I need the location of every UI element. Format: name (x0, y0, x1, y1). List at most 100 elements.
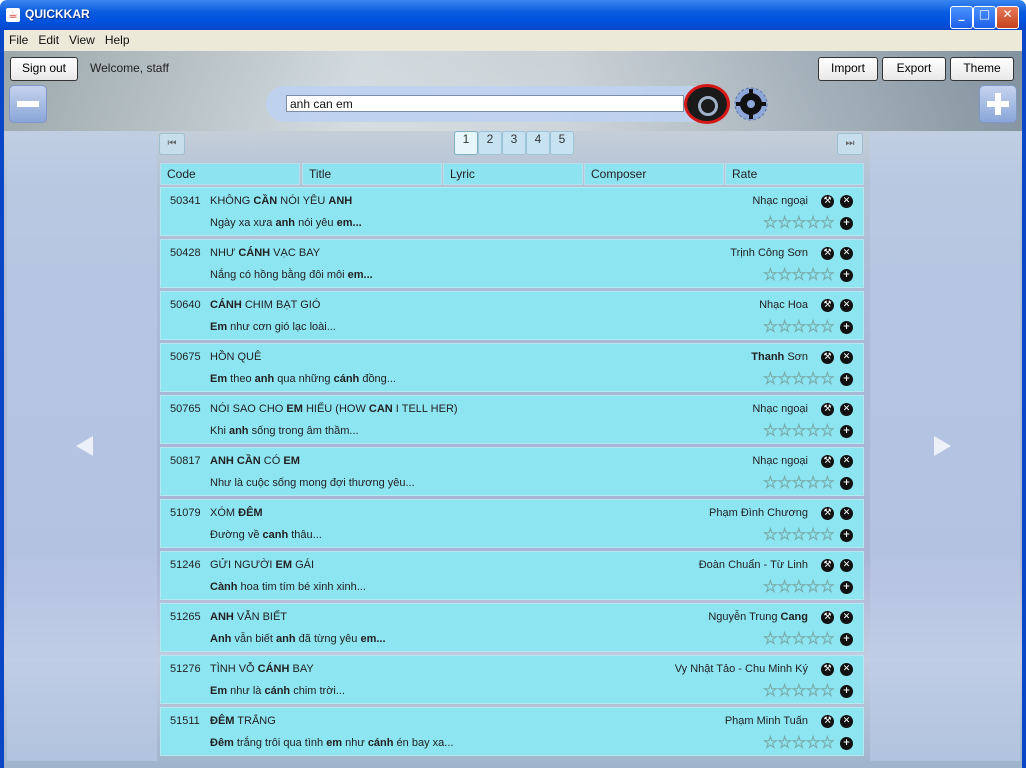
page-button-1[interactable]: 1 (454, 131, 478, 155)
plus-icon[interactable]: + (840, 529, 853, 542)
last-page-button[interactable]: ⏭ (837, 133, 863, 155)
menu-edit[interactable]: Edit (33, 30, 64, 50)
text-segment: Nắng có hồng bằng đôi môi (210, 269, 348, 281)
star-rating[interactable]: ☆☆☆☆☆ (762, 630, 835, 649)
column-lyric[interactable]: Lyric (443, 163, 583, 185)
song-title: NÓI SAO CHO EM HIỂU (HOW CAN I TELL HER) (210, 403, 458, 415)
wrench-icon[interactable]: ⚒ (821, 455, 834, 468)
close-icon[interactable]: ✕ (840, 455, 853, 468)
wrench-icon[interactable]: ⚒ (821, 247, 834, 260)
song-row[interactable]: 50341 KHÔNG CẦN NÓI YÊU ANH Ngày xa xưa an… (160, 187, 864, 236)
wrench-icon[interactable]: ⚒ (821, 611, 834, 624)
plus-icon[interactable]: + (840, 581, 853, 594)
add-song-button[interactable] (979, 85, 1017, 123)
song-row[interactable]: 51246 GỬI NGƯỜI EM GÁI Cành hoa tim tím bé… (160, 551, 864, 600)
star-rating[interactable]: ☆☆☆☆☆ (762, 214, 835, 233)
column-rate[interactable]: Rate (725, 163, 864, 185)
close-icon[interactable]: ✕ (840, 663, 853, 676)
plus-icon[interactable]: + (840, 477, 853, 490)
song-row[interactable]: 50765 NÓI SAO CHO EM HIỂU (HOW CAN I TELL… (160, 395, 864, 444)
text-segment: én bay xa... (393, 737, 454, 749)
wrench-icon[interactable]: ⚒ (821, 195, 834, 208)
wrench-icon[interactable]: ⚒ (821, 715, 834, 728)
text-segment: cánh (264, 685, 291, 697)
star-rating[interactable]: ☆☆☆☆☆ (762, 266, 835, 285)
plus-icon[interactable]: + (840, 425, 853, 438)
close-icon[interactable]: ✕ (840, 403, 853, 416)
song-row[interactable]: 51265 ANH VẪN BIẾT Anh vẫn biết anh đã từn… (160, 603, 864, 652)
text-segment: CẦN (253, 195, 278, 207)
import-button[interactable]: Import (818, 57, 878, 81)
wrench-icon[interactable]: ⚒ (821, 403, 834, 416)
close-icon[interactable]: ✕ (840, 611, 853, 624)
plus-icon[interactable]: + (840, 685, 853, 698)
first-page-button[interactable]: ⏮ (159, 133, 185, 155)
star-rating[interactable]: ☆☆☆☆☆ (762, 318, 835, 337)
star-rating[interactable]: ☆☆☆☆☆ (762, 734, 835, 753)
close-icon[interactable]: ✕ (840, 247, 853, 260)
remove-button[interactable] (9, 85, 47, 123)
menu-help[interactable]: Help (100, 30, 135, 50)
song-row[interactable]: 50817 ANH CẦN CÓ EM Như là cuộc sống mong … (160, 447, 864, 496)
close-window-button[interactable]: ✕ (996, 6, 1019, 29)
page-button-2[interactable]: 2 (478, 131, 502, 155)
song-row[interactable]: 51276 TÌNH VỖ CÁNH BAY Em như là cánh chim… (160, 655, 864, 704)
close-icon[interactable]: ✕ (840, 195, 853, 208)
star-rating[interactable]: ☆☆☆☆☆ (762, 370, 835, 389)
star-rating[interactable]: ☆☆☆☆☆ (762, 422, 835, 441)
star-rating[interactable]: ☆☆☆☆☆ (762, 474, 835, 493)
column-composer[interactable]: Composer (584, 163, 724, 185)
page-button-5[interactable]: 5 (550, 131, 574, 155)
page-button-3[interactable]: 3 (502, 131, 526, 155)
plus-icon[interactable]: + (840, 217, 853, 230)
plus-icon[interactable]: + (840, 737, 853, 750)
wrench-icon[interactable]: ⚒ (821, 507, 834, 520)
text-segment: HỒN QUÊ (210, 351, 262, 363)
export-button[interactable]: Export (882, 57, 946, 81)
close-icon[interactable]: ✕ (840, 507, 853, 520)
song-title: HỒN QUÊ (210, 351, 261, 363)
star-rating[interactable]: ☆☆☆☆☆ (762, 578, 835, 597)
plus-icon[interactable]: + (840, 633, 853, 646)
page-button-4[interactable]: 4 (526, 131, 550, 155)
window-titlebar: ☕ QUICKKAR _ □ ✕ (0, 0, 1026, 30)
plus-icon[interactable]: + (840, 321, 853, 334)
star-rating[interactable]: ☆☆☆☆☆ (762, 526, 835, 545)
song-composer: Nhạc Hoa (759, 299, 808, 311)
plus-icon[interactable]: + (840, 373, 853, 386)
maximize-button[interactable]: □ (973, 6, 996, 29)
wrench-icon[interactable]: ⚒ (821, 559, 834, 572)
close-icon[interactable]: ✕ (840, 351, 853, 364)
star-rating[interactable]: ☆☆☆☆☆ (762, 682, 835, 701)
wrench-icon[interactable]: ⚒ (821, 351, 834, 364)
song-row[interactable]: 51511 ĐÊM TRẮNG Đêm trắng trôi qua tình em… (160, 707, 864, 756)
search-input[interactable]: anh can em (286, 95, 684, 112)
menu-view[interactable]: View (64, 30, 100, 50)
song-row[interactable]: 50675 HỒN QUÊ Em theo anh qua những cánh đ… (160, 343, 864, 392)
text-segment: VẪN BIẾT (233, 611, 288, 623)
close-icon[interactable]: ✕ (840, 715, 853, 728)
next-arrow-icon[interactable] (934, 436, 951, 456)
column-title[interactable]: Title (302, 163, 442, 185)
theme-button[interactable]: Theme (950, 57, 1014, 81)
song-row[interactable]: 50428 NHƯ CÁNH VẠC BAY Nắng có hồng bằng đ… (160, 239, 864, 288)
plus-icon[interactable]: + (840, 269, 853, 282)
search-button[interactable] (684, 84, 730, 124)
column-code[interactable]: Code (160, 163, 300, 185)
close-icon[interactable]: ✕ (840, 559, 853, 572)
song-lyric: Anh vẫn biết anh đã từng yêu em... (210, 633, 386, 645)
wrench-icon[interactable]: ⚒ (821, 299, 834, 312)
song-row[interactable]: 50640 CÁNH CHIM BẠT GIÓ Em như cơn gió lạc… (160, 291, 864, 340)
close-icon[interactable]: ✕ (840, 299, 853, 312)
text-segment: EM (283, 455, 300, 467)
text-segment: hoa tim tím bé xinh xinh... (237, 581, 366, 593)
song-row[interactable]: 51079 XÓM ĐÊM Đường về canh thâu... Phạm Đì… (160, 499, 864, 548)
gear-icon[interactable] (734, 87, 768, 121)
menu-file[interactable]: File (4, 30, 33, 50)
prev-arrow-icon[interactable] (76, 436, 93, 456)
sign-out-button[interactable]: Sign out (10, 57, 78, 81)
text-segment: anh (275, 217, 296, 229)
wrench-icon[interactable]: ⚒ (821, 663, 834, 676)
text-segment: Nhạc ngoại (752, 455, 808, 467)
minimize-button[interactable]: _ (950, 6, 973, 29)
